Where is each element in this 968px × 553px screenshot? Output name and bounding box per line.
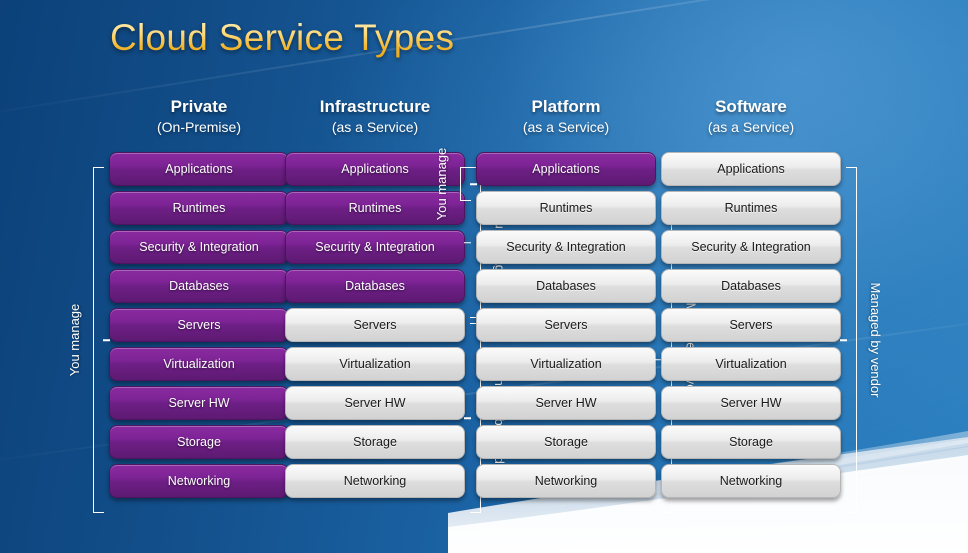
- bracket-you-manage: [93, 167, 110, 513]
- layer-box-runtimes[interactable]: Runtimes: [109, 191, 289, 225]
- column-title: Infrastructure: [319, 97, 431, 116]
- layer-box-applications[interactable]: Applications: [476, 152, 656, 186]
- bracket-you-manage: [460, 167, 477, 201]
- layer-box-databases[interactable]: Databases: [285, 269, 465, 303]
- layer-box-servers[interactable]: Servers: [109, 308, 289, 342]
- service-column-software: Software (as a Service) Applications Runtim…: [661, 96, 883, 513]
- bracket-label-managed-by-vendor: Managed by vendor: [868, 282, 883, 398]
- bracket-nub: [840, 339, 847, 341]
- bracket-label-you-manage: You manage: [67, 303, 82, 377]
- layer-box-databases[interactable]: Databases: [476, 269, 656, 303]
- layer-box-databases[interactable]: Databases: [109, 269, 289, 303]
- layer-box-virtualization[interactable]: Virtualization: [661, 347, 841, 381]
- layer-box-networking[interactable]: Networking: [476, 464, 656, 498]
- column-header-platform: Platform (as a Service): [476, 96, 656, 137]
- column-subtitle: (as a Service): [331, 119, 419, 135]
- column-title: Platform: [531, 97, 601, 116]
- layer-box-servers[interactable]: Servers: [661, 308, 841, 342]
- layer-box-security-integration[interactable]: Security & Integration: [285, 230, 465, 264]
- layer-box-storage[interactable]: Storage: [661, 425, 841, 459]
- service-column-platform: Platform (as a Service) Applications Runtim…: [434, 96, 698, 513]
- layer-box-storage[interactable]: Storage: [476, 425, 656, 459]
- bracket-nub: [464, 417, 471, 419]
- layer-box-security-integration[interactable]: Security & Integration: [661, 230, 841, 264]
- layer-box-databases[interactable]: Databases: [661, 269, 841, 303]
- layer-stack: Applications Runtimes Security & Integrati…: [476, 152, 656, 498]
- layer-box-security-integration[interactable]: Security & Integration: [476, 230, 656, 264]
- layer-stack: Applications Runtimes Security & Integrati…: [661, 152, 841, 498]
- layer-box-server-hw[interactable]: Server HW: [661, 386, 841, 420]
- layer-box-servers[interactable]: Servers: [476, 308, 656, 342]
- layer-box-networking[interactable]: Networking: [661, 464, 841, 498]
- layer-box-virtualization[interactable]: Virtualization: [285, 347, 465, 381]
- layer-box-applications[interactable]: Applications: [661, 152, 841, 186]
- layer-box-servers[interactable]: Servers: [285, 308, 465, 342]
- layer-box-security-integration[interactable]: Security & Integration: [109, 230, 289, 264]
- layer-box-server-hw[interactable]: Server HW: [476, 386, 656, 420]
- bracket-managed-by-vendor: [840, 167, 857, 513]
- layer-box-virtualization[interactable]: Virtualization: [476, 347, 656, 381]
- layer-box-applications[interactable]: Applications: [109, 152, 289, 186]
- column-title: Private: [170, 97, 228, 116]
- layer-box-runtimes[interactable]: Runtimes: [476, 191, 656, 225]
- layer-box-virtualization[interactable]: Virtualization: [109, 347, 289, 381]
- layer-box-runtimes[interactable]: Runtimes: [661, 191, 841, 225]
- layer-stack: Applications Runtimes Security & Integrati…: [109, 152, 289, 498]
- column-subtitle: (On-Premise): [156, 119, 241, 135]
- layer-box-networking[interactable]: Networking: [109, 464, 289, 498]
- column-header-private: Private (On-Premise): [109, 96, 289, 137]
- column-title: Software: [715, 97, 787, 116]
- page-title: Cloud Service Types: [110, 17, 455, 58]
- bracket-nub: [470, 183, 477, 185]
- bracket-label-you-manage: You manage: [434, 147, 449, 221]
- column-subtitle: (as a Service): [707, 119, 795, 135]
- layer-box-storage[interactable]: Storage: [109, 425, 289, 459]
- bracket-nub: [464, 241, 471, 244]
- layer-box-networking[interactable]: Networking: [285, 464, 465, 498]
- layer-box-storage[interactable]: Storage: [285, 425, 465, 459]
- column-subtitle: (as a Service): [522, 119, 610, 135]
- service-column-private: Private (On-Premise) Applications Runtimes S…: [67, 96, 289, 513]
- layer-box-server-hw[interactable]: Server HW: [109, 386, 289, 420]
- column-header-infrastructure: Infrastructure (as a Service): [285, 96, 465, 137]
- bracket-nub: [103, 339, 110, 341]
- column-header-software: Software (as a Service): [661, 96, 841, 137]
- layer-box-server-hw[interactable]: Server HW: [285, 386, 465, 420]
